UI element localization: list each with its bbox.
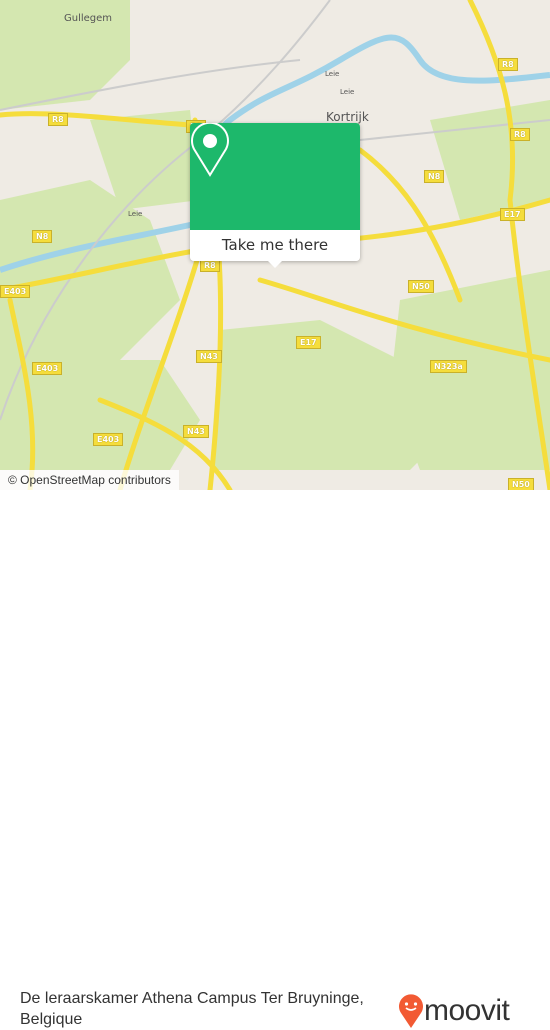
road-shield: R8 bbox=[510, 128, 530, 141]
moovit-wordmark: moovit bbox=[424, 994, 510, 1027]
road-shield: N50 bbox=[408, 280, 434, 293]
location-title: De leraarskamer Athena Campus Ter Bruyni… bbox=[20, 990, 364, 1028]
river-label: Leie bbox=[325, 70, 340, 78]
road-shield: E403 bbox=[0, 285, 31, 298]
popup-pointer bbox=[267, 260, 283, 268]
place-label: Gullegem bbox=[64, 13, 113, 24]
take-me-there-button[interactable]: Take me there bbox=[190, 230, 360, 261]
road-shield: R8 bbox=[498, 58, 518, 71]
place-label: Kortrijk bbox=[326, 110, 369, 124]
road-shield: N323a bbox=[430, 360, 467, 373]
road-shield: R8 bbox=[48, 113, 68, 126]
map-pin-icon bbox=[191, 123, 229, 177]
map[interactable]: Gullegem Kortrijk Leie Leie Leie R8 R8 R… bbox=[0, 0, 550, 490]
popup-header bbox=[190, 123, 360, 230]
road-shield: N8 bbox=[424, 170, 445, 183]
location-popup: Take me there bbox=[190, 123, 360, 268]
road-shield: E403 bbox=[32, 362, 63, 375]
river-label: Leie bbox=[128, 210, 143, 218]
road-shield: N43 bbox=[183, 425, 209, 438]
moovit-pin-icon bbox=[399, 994, 423, 1028]
map-attribution[interactable]: © OpenStreetMap contributors bbox=[0, 470, 179, 490]
footer: De leraarskamer Athena Campus Ter Bruyni… bbox=[0, 490, 550, 1028]
moovit-logo[interactable]: moovit bbox=[398, 993, 510, 1029]
river-label: Leie bbox=[340, 88, 355, 96]
road-shield: E17 bbox=[296, 336, 321, 349]
road-shield: N43 bbox=[196, 350, 222, 363]
road-shield: N8 bbox=[32, 230, 53, 243]
road-shield: N50 bbox=[508, 478, 534, 490]
road-shield: E17 bbox=[500, 208, 525, 221]
road-shield: E403 bbox=[93, 433, 124, 446]
